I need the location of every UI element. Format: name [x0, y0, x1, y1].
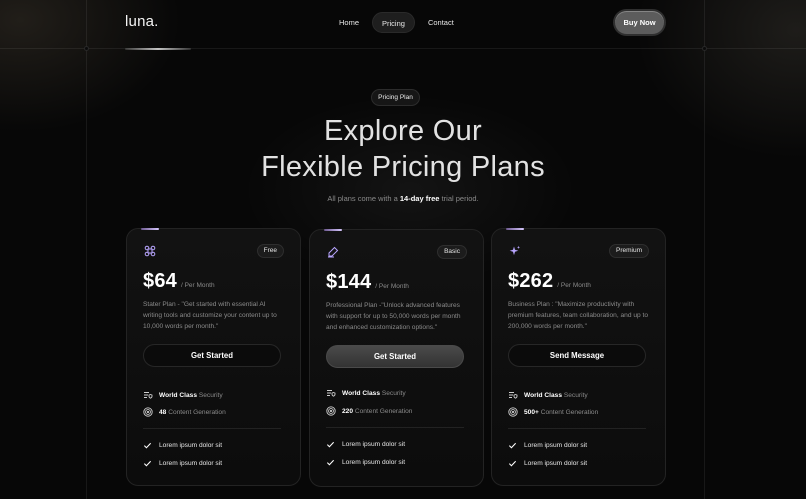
- plan-period: / Per Month: [375, 283, 409, 290]
- send-message-button[interactable]: Send Message: [508, 344, 646, 367]
- feature-security-text: Security: [381, 389, 406, 397]
- hero-title-line-2: Flexible Pricing Plans: [261, 151, 545, 183]
- plan-period: / Per Month: [557, 282, 591, 289]
- feature-content-text: Content Generation: [168, 408, 226, 416]
- grid-line-right: [704, 0, 705, 499]
- plan-price: $144: [326, 271, 372, 293]
- get-started-button[interactable]: Get Started: [326, 345, 464, 368]
- plan-tag: Free: [256, 244, 284, 258]
- shield-filter-icon: [144, 392, 153, 399]
- feature-content-text: Content Generation: [354, 407, 413, 415]
- check-item: Lorem ipsum dolor sit: [326, 440, 405, 449]
- feature-content-bold: 500+: [524, 408, 539, 416]
- feature-security: World Class Security: [143, 390, 223, 400]
- check-item: Lorem ipsum dolor sit: [143, 441, 222, 450]
- logo-underline: [125, 48, 191, 50]
- price-row: $144 / Per Month: [326, 271, 409, 294]
- feature-security-bold: World Class: [159, 391, 197, 399]
- nav-contact[interactable]: Contact: [419, 12, 463, 33]
- buy-now-button[interactable]: Buy Now: [615, 11, 664, 34]
- hero-subtitle-highlight: 14-day free: [399, 194, 440, 203]
- plan-description: Business Plan : "Maximize productivity w…: [508, 301, 649, 330]
- plan-tag: Basic: [437, 245, 467, 259]
- feature-content-bold: 220: [342, 407, 354, 415]
- hero-title: Explore Our Flexible Pricing Plans: [150, 113, 656, 185]
- feature-security-text: Security: [198, 391, 223, 399]
- feature-security: World Class Security: [508, 390, 588, 400]
- shield-filter-icon: [509, 392, 518, 399]
- feature-security: World Class Security: [326, 388, 406, 398]
- check-item: Lorem ipsum dolor sit: [508, 459, 587, 468]
- check-item-label: Lorem ipsum dolor sit: [524, 460, 588, 467]
- check-icon: [508, 460, 517, 467]
- feature-content: 48 Content Generation: [143, 407, 226, 417]
- sparkle-icon: [509, 245, 521, 256]
- card-divider: [508, 428, 646, 429]
- target-icon: [326, 406, 336, 416]
- plan-tag: Premium: [608, 244, 649, 258]
- hero-subtitle-suffix: trial period.: [439, 194, 479, 203]
- card-accent: [324, 229, 342, 231]
- plan-card-basic: Basic $144 / Per Month Professional Plan…: [309, 229, 484, 487]
- main-nav: Home Pricing Contact: [330, 12, 463, 33]
- feature-content: 220 Content Generation: [326, 406, 412, 416]
- check-icon: [143, 460, 152, 467]
- grid-line-top: [0, 48, 806, 49]
- check-item-label: Lorem ipsum dolor sit: [159, 442, 223, 449]
- plan-period: / Per Month: [180, 282, 215, 289]
- check-item-label: Lorem ipsum dolor sit: [342, 459, 406, 466]
- feature-content-bold: 48: [159, 408, 167, 416]
- feature-content-text: Content Generation: [540, 408, 599, 416]
- plan-price: $64: [143, 270, 177, 292]
- price-row: $262 / Per Month: [508, 270, 591, 293]
- feature-security-bold: World Class: [524, 391, 562, 399]
- check-icon: [326, 441, 335, 448]
- price-row: $64 / Per Month: [143, 270, 215, 293]
- card-divider: [143, 428, 281, 429]
- check-icon: [508, 442, 517, 449]
- card-divider: [326, 427, 464, 428]
- nav-home[interactable]: Home: [330, 12, 368, 33]
- feature-content: 500+ Content Generation: [508, 407, 598, 417]
- logo[interactable]: luna.: [125, 13, 159, 30]
- grid-dot-right: [702, 46, 707, 51]
- hero-subtitle: All plans come with a 14-day free trial …: [200, 194, 606, 203]
- check-icon: [143, 442, 152, 449]
- nav-pricing[interactable]: Pricing: [372, 12, 415, 33]
- shield-filter-icon: [327, 390, 336, 397]
- card-accent: [141, 228, 159, 230]
- feature-security-bold: World Class: [342, 389, 380, 397]
- check-icon: [326, 459, 335, 466]
- plan-card-free: Free $64 / Per Month Stater Plan - "Get …: [126, 228, 301, 486]
- plan-price: $262: [508, 270, 554, 292]
- hero-subtitle-prefix: All plans come with a: [327, 194, 400, 203]
- check-item-label: Lorem ipsum dolor sit: [342, 441, 406, 448]
- target-icon: [508, 407, 518, 417]
- check-item-label: Lorem ipsum dolor sit: [159, 460, 223, 467]
- command-icon: [144, 245, 156, 257]
- check-item: Lorem ipsum dolor sit: [508, 441, 587, 450]
- check-item: Lorem ipsum dolor sit: [326, 458, 405, 467]
- target-icon: [143, 407, 153, 417]
- hero-title-line-1: Explore Our: [323, 115, 483, 147]
- plan-description: Stater Plan - "Get started with essentia…: [143, 301, 277, 330]
- plan-card-premium: Premium $262 / Per Month Business Plan :…: [491, 228, 666, 486]
- plan-description: Professional Plan -"Unlock advanced feat…: [326, 302, 461, 331]
- grid-line-left: [86, 0, 87, 499]
- grid-dot-left: [84, 46, 89, 51]
- check-item: Lorem ipsum dolor sit: [143, 459, 222, 468]
- card-accent: [506, 228, 524, 230]
- get-started-button[interactable]: Get Started: [143, 344, 281, 367]
- pen-icon: [328, 246, 339, 258]
- pricing-plan-badge: Pricing Plan: [371, 89, 420, 106]
- feature-security-text: Security: [563, 391, 588, 399]
- check-item-label: Lorem ipsum dolor sit: [524, 442, 588, 449]
